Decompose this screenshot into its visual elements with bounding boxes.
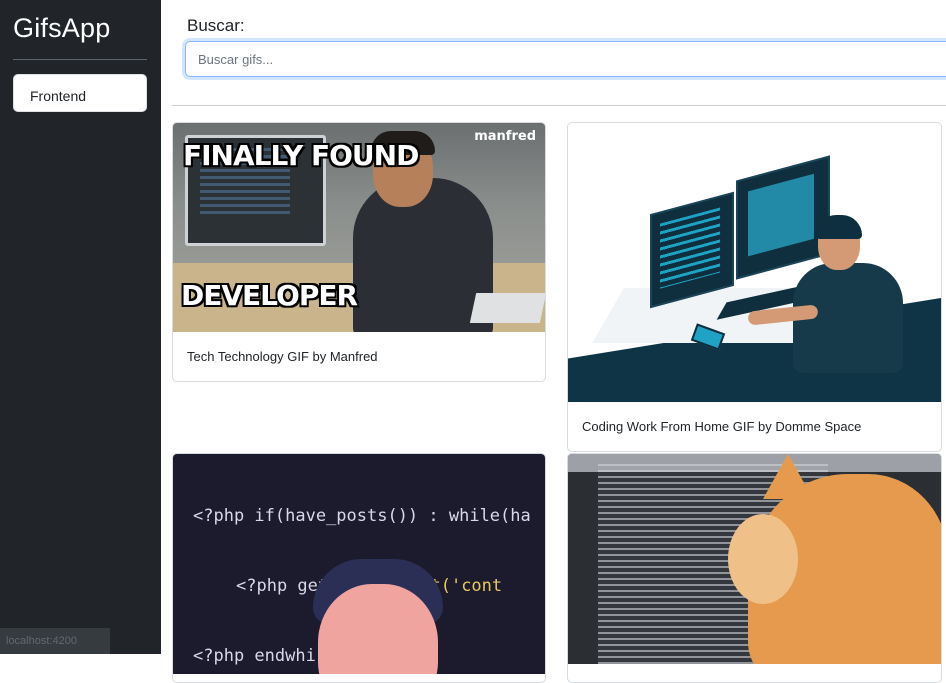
app-title: GifsApp	[13, 13, 111, 43]
main-content: Buscar: FINALLY FOUND DEVELOPER manfred …	[161, 0, 946, 683]
code-line: <?php endwhi	[193, 646, 316, 666]
sidebar: GifsApp Frontend localhost:4200	[0, 0, 161, 654]
gif-title: Coding Work From Home GIF by Domme Space	[582, 419, 862, 434]
gif-image	[568, 123, 941, 402]
gif-card[interactable]: FINALLY FOUND DEVELOPER manfred Tech Tec…	[172, 122, 546, 382]
gif-image: <?php if(have_posts()) : while(ha <?php …	[173, 454, 545, 674]
search-label: Buscar:	[187, 16, 245, 35]
sidebar-divider	[13, 59, 147, 60]
watermark: manfred	[474, 129, 536, 144]
gif-card[interactable]: Coding Work From Home GIF by Domme Space	[567, 122, 942, 452]
code-line: <?php if(have_posts()) : while(ha	[193, 506, 531, 526]
gif-card[interactable]: <?php if(have_posts()) : while(ha <?php …	[172, 453, 546, 683]
history-item-frontend[interactable]: Frontend	[13, 74, 147, 112]
content-divider	[172, 105, 946, 106]
gif-title: Tech Technology GIF by Manfred	[187, 349, 378, 364]
search-input[interactable]	[185, 41, 946, 77]
status-url: localhost:4200	[0, 628, 110, 654]
meme-caption-top: FINALLY FOUND	[183, 139, 419, 172]
gif-image: FINALLY FOUND DEVELOPER manfred	[173, 123, 545, 332]
meme-caption-bottom: DEVELOPER	[181, 279, 358, 312]
gif-card[interactable]	[567, 453, 942, 683]
gif-image	[568, 454, 941, 664]
